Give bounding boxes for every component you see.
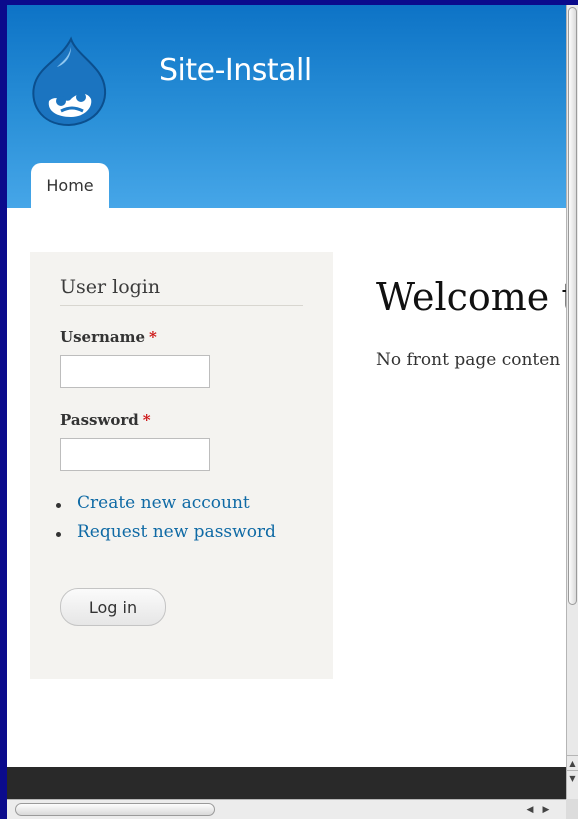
page-title: Welcome t	[376, 275, 568, 319]
username-label-text: Username	[60, 328, 146, 346]
tab-home[interactable]: Home	[31, 163, 109, 208]
list-item: Request new password	[56, 522, 276, 551]
bullet-icon	[56, 532, 61, 537]
scroll-up-arrow-icon[interactable]: ▲	[567, 755, 578, 770]
required-marker: *	[142, 411, 151, 429]
required-marker: *	[149, 328, 157, 346]
horizontal-scrollbar[interactable]: ◀ ▶	[7, 799, 568, 819]
login-links-list: Create new account Request new password	[56, 493, 276, 551]
password-label: Password *	[60, 411, 151, 429]
password-label-text: Password	[60, 411, 139, 429]
site-footer	[7, 767, 568, 799]
drupal-logo-icon[interactable]	[27, 35, 111, 127]
scroll-down-arrow-icon[interactable]: ▼	[567, 770, 578, 785]
scroll-right-arrow-icon[interactable]: ▶	[539, 802, 553, 817]
browser-viewport: Site-Install Home User login Username * P…	[7, 5, 568, 799]
create-account-link[interactable]: Create new account	[77, 493, 250, 513]
horizontal-scroll-thumb[interactable]	[15, 803, 215, 816]
username-label: Username *	[60, 328, 157, 346]
password-input[interactable]	[60, 438, 210, 471]
request-password-link[interactable]: Request new password	[77, 522, 276, 542]
vertical-scrollbar[interactable]: ▲ ▼	[566, 5, 578, 799]
front-page-message: No front page conten	[376, 350, 561, 370]
username-input[interactable]	[60, 355, 210, 388]
login-button[interactable]: Log in	[60, 588, 166, 626]
bullet-icon	[56, 503, 61, 508]
site-header: Site-Install Home	[7, 5, 568, 208]
vertical-scroll-thumb[interactable]	[568, 7, 577, 605]
user-login-block: User login Username * Password * Create ne…	[30, 252, 333, 679]
user-login-title: User login	[60, 276, 303, 306]
scroll-left-arrow-icon[interactable]: ◀	[523, 802, 537, 817]
site-title[interactable]: Site-Install	[159, 53, 312, 88]
resize-corner[interactable]	[566, 799, 578, 819]
list-item: Create new account	[56, 493, 276, 522]
